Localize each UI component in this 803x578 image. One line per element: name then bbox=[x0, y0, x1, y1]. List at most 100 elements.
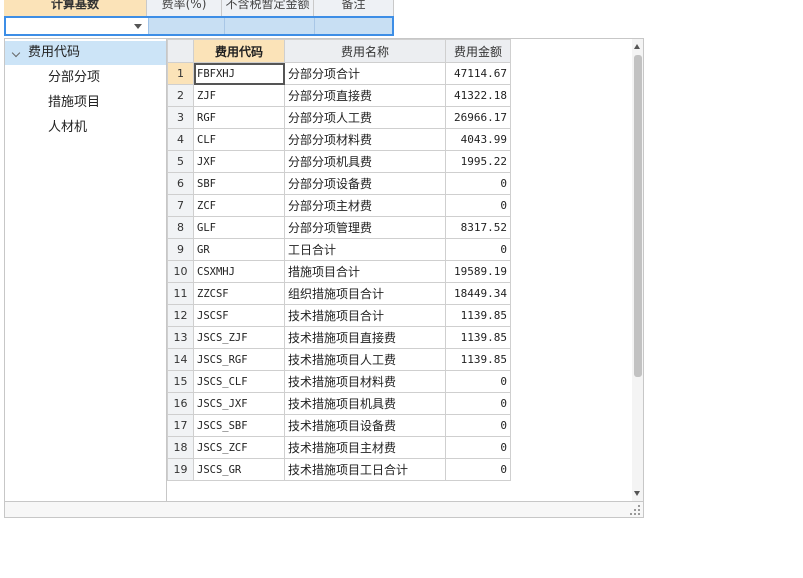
row-number-cell[interactable]: 15 bbox=[167, 370, 194, 393]
fee-code-cell[interactable]: FBFXHJ bbox=[193, 62, 285, 85]
fee-code-cell[interactable]: JSCS_ZCF bbox=[193, 436, 285, 459]
fee-amount-cell[interactable]: 1139.85 bbox=[445, 326, 511, 349]
row-number-cell[interactable]: 12 bbox=[167, 304, 194, 327]
fee-code-cell[interactable]: RGF bbox=[193, 106, 285, 129]
row-number-cell[interactable]: 11 bbox=[167, 282, 194, 305]
fee-amount-cell[interactable]: 1139.85 bbox=[445, 348, 511, 371]
table-row[interactable]: 10 CSXMHJ 措施项目合计 19589.19 bbox=[167, 260, 511, 283]
fee-code-cell[interactable]: ZZCSF bbox=[193, 282, 285, 305]
table-row[interactable]: 19 JSCS_GR 技术措施项目工日合计 0 bbox=[167, 458, 511, 481]
table-row[interactable]: 16 JSCS_JXF 技术措施项目机具费 0 bbox=[167, 392, 511, 415]
fee-name-cell[interactable]: 技术措施项目合计 bbox=[284, 304, 446, 327]
table-row[interactable]: 2 ZJF 分部分项直接费 41322.18 bbox=[167, 84, 511, 107]
fee-code-cell[interactable]: ZJF bbox=[193, 84, 285, 107]
row-number-cell[interactable]: 9 bbox=[167, 238, 194, 261]
fee-amount-cell[interactable]: 18449.34 bbox=[445, 282, 511, 305]
fee-amount-cell[interactable]: 1139.85 bbox=[445, 304, 511, 327]
fee-code-cell[interactable]: GR bbox=[193, 238, 285, 261]
fee-name-cell[interactable]: 分部分项设备费 bbox=[284, 172, 446, 195]
fee-name-cell[interactable]: 分部分项管理费 bbox=[284, 216, 446, 239]
fee-code-cell[interactable]: JSCS_SBF bbox=[193, 414, 285, 437]
fee-code-cell[interactable]: ZCF bbox=[193, 194, 285, 217]
row-number-cell[interactable]: 8 bbox=[167, 216, 194, 239]
row-number-cell[interactable]: 3 bbox=[167, 106, 194, 129]
row-number-cell[interactable]: 17 bbox=[167, 414, 194, 437]
fee-amount-cell[interactable]: 19589.19 bbox=[445, 260, 511, 283]
fee-code-cell[interactable]: JSCS_ZJF bbox=[193, 326, 285, 349]
fee-code-cell[interactable]: JXF bbox=[193, 150, 285, 173]
row-number-cell[interactable]: 7 bbox=[167, 194, 194, 217]
fee-amount-cell[interactable]: 0 bbox=[445, 414, 511, 437]
fee-amount-cell[interactable]: 26966.17 bbox=[445, 106, 511, 129]
fee-amount-cell[interactable]: 0 bbox=[445, 172, 511, 195]
fee-name-cell[interactable]: 技术措施项目机具费 bbox=[284, 392, 446, 415]
dropdown-arrow-icon[interactable] bbox=[134, 24, 142, 29]
table-row[interactable]: 3 RGF 分部分项人工费 26966.17 bbox=[167, 106, 511, 129]
fee-name-cell[interactable]: 分部分项合计 bbox=[284, 62, 446, 85]
fee-code-cell[interactable]: JSCS_JXF bbox=[193, 392, 285, 415]
fee-code-cell[interactable]: JSCSF bbox=[193, 304, 285, 327]
column-header-fee-code[interactable]: 费用代码 bbox=[193, 39, 285, 63]
column-header-rate[interactable]: 费率(%) bbox=[147, 0, 222, 16]
tree-node-sub-items[interactable]: 分部分项 bbox=[48, 67, 100, 89]
fee-name-cell[interactable]: 分部分项直接费 bbox=[284, 84, 446, 107]
table-row[interactable]: 13 JSCS_ZJF 技术措施项目直接费 1139.85 bbox=[167, 326, 511, 349]
row-number-cell[interactable]: 14 bbox=[167, 348, 194, 371]
fee-amount-cell[interactable]: 41322.18 bbox=[445, 84, 511, 107]
fee-code-cell[interactable]: JSCS_GR bbox=[193, 458, 285, 481]
fee-amount-cell[interactable]: 0 bbox=[445, 194, 511, 217]
chevron-down-icon[interactable] bbox=[11, 48, 21, 58]
row-number-cell[interactable]: 2 bbox=[167, 84, 194, 107]
scroll-down-arrow-icon[interactable] bbox=[634, 491, 640, 496]
table-row[interactable]: 9 GR 工日合计 0 bbox=[167, 238, 511, 261]
table-row[interactable]: 12 JSCSF 技术措施项目合计 1139.85 bbox=[167, 304, 511, 327]
table-row[interactable]: 18 JSCS_ZCF 技术措施项目主材费 0 bbox=[167, 436, 511, 459]
row-number-cell[interactable]: 6 bbox=[167, 172, 194, 195]
fee-name-cell[interactable]: 措施项目合计 bbox=[284, 260, 446, 283]
tree-node-fee-code[interactable]: 费用代码 bbox=[5, 41, 166, 65]
fee-name-cell[interactable]: 技术措施项目主材费 bbox=[284, 436, 446, 459]
fee-amount-cell[interactable]: 0 bbox=[445, 238, 511, 261]
row-number-cell[interactable]: 1 bbox=[167, 62, 194, 85]
table-row[interactable]: 11 ZZCSF 组织措施项目合计 18449.34 bbox=[167, 282, 511, 305]
table-row[interactable]: 15 JSCS_CLF 技术措施项目材料费 0 bbox=[167, 370, 511, 393]
fee-name-cell[interactable]: 分部分项主材费 bbox=[284, 194, 446, 217]
fee-amount-cell[interactable]: 0 bbox=[445, 392, 511, 415]
fee-amount-cell[interactable]: 4043.99 bbox=[445, 128, 511, 151]
fee-code-cell[interactable]: GLF bbox=[193, 216, 285, 239]
table-row[interactable]: 5 JXF 分部分项机具费 1995.22 bbox=[167, 150, 511, 173]
fee-name-cell[interactable]: 技术措施项目人工费 bbox=[284, 348, 446, 371]
column-header-fee-amount[interactable]: 费用金额 bbox=[445, 39, 511, 63]
row-number-cell[interactable]: 13 bbox=[167, 326, 194, 349]
row-number-cell[interactable]: 4 bbox=[167, 128, 194, 151]
tree-node-measures[interactable]: 措施项目 bbox=[48, 92, 100, 114]
fee-name-cell[interactable]: 组织措施项目合计 bbox=[284, 282, 446, 305]
fee-name-cell[interactable]: 技术措施项目工日合计 bbox=[284, 458, 446, 481]
table-row[interactable]: 4 CLF 分部分项材料费 4043.99 bbox=[167, 128, 511, 151]
table-row[interactable]: 14 JSCS_RGF 技术措施项目人工费 1139.85 bbox=[167, 348, 511, 371]
row-number-cell[interactable]: 10 bbox=[167, 260, 194, 283]
row-number-cell[interactable]: 16 bbox=[167, 392, 194, 415]
fee-code-cell[interactable]: JSCS_RGF bbox=[193, 348, 285, 371]
fee-name-cell[interactable]: 分部分项人工费 bbox=[284, 106, 446, 129]
fee-name-cell[interactable]: 技术措施项目设备费 bbox=[284, 414, 446, 437]
tree-node-labor-material-machine[interactable]: 人材机 bbox=[48, 117, 87, 139]
row-number-cell[interactable]: 5 bbox=[167, 150, 194, 173]
column-header-fee-name[interactable]: 费用名称 bbox=[284, 39, 446, 63]
fee-amount-cell[interactable]: 0 bbox=[445, 370, 511, 393]
row-number-cell[interactable]: 19 bbox=[167, 458, 194, 481]
table-row[interactable]: 17 JSCS_SBF 技术措施项目设备费 0 bbox=[167, 414, 511, 437]
fee-amount-cell[interactable]: 47114.67 bbox=[445, 62, 511, 85]
scroll-up-arrow-icon[interactable] bbox=[634, 44, 640, 49]
fee-amount-cell[interactable]: 1995.22 bbox=[445, 150, 511, 173]
table-row[interactable]: 6 SBF 分部分项设备费 0 bbox=[167, 172, 511, 195]
fee-name-cell[interactable]: 工日合计 bbox=[284, 238, 446, 261]
fee-name-cell[interactable]: 技术措施项目材料费 bbox=[284, 370, 446, 393]
row-number-cell[interactable]: 18 bbox=[167, 436, 194, 459]
scrollbar-thumb[interactable] bbox=[634, 55, 642, 377]
column-header-calc-base[interactable]: 计算基数 bbox=[4, 0, 147, 16]
fee-amount-cell[interactable]: 0 bbox=[445, 436, 511, 459]
fee-amount-cell[interactable]: 8317.52 bbox=[445, 216, 511, 239]
fee-code-cell[interactable]: SBF bbox=[193, 172, 285, 195]
resize-grip-icon[interactable] bbox=[630, 505, 640, 515]
